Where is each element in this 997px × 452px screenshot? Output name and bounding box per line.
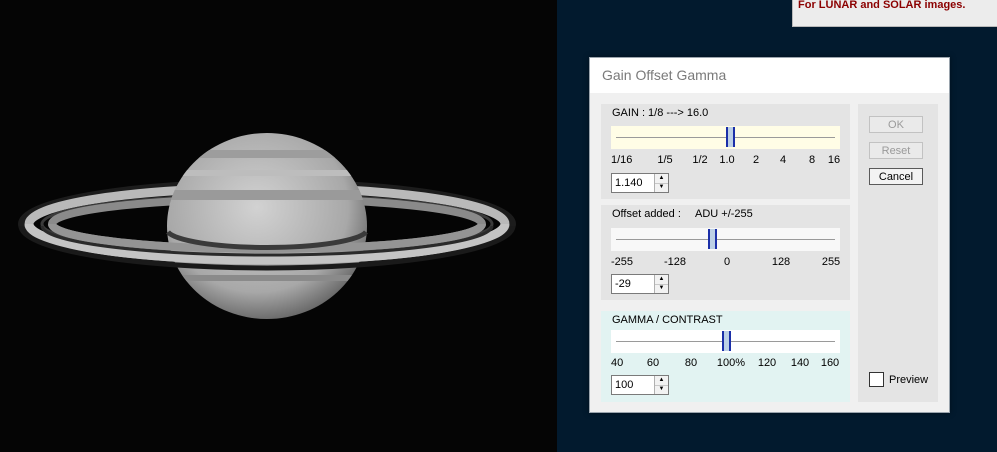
offset-slider-track [616,239,835,240]
gain-group: GAIN : 1/8 ---> 16.0 1/16 1/5 1/2 1.0 2 … [601,104,850,199]
saturn-planet-graphic [18,133,516,319]
gamma-tick: 100% [716,357,746,369]
gamma-scale: 40 60 80 100% 120 140 160 [611,357,840,371]
gamma-tick: 160 [820,357,840,369]
saturn-image [0,0,557,452]
offset-value: -29 [615,278,631,290]
offset-value-stepper[interactable]: -29 ▲ ▼ [611,274,669,294]
gain-value-stepper[interactable]: 1.140 ▲ ▼ [611,173,669,193]
preview-checkbox[interactable] [869,372,884,387]
gamma-tick: 120 [757,357,777,369]
gain-tick: 2 [752,154,760,166]
dialog-titlebar[interactable]: Gain Offset Gamma [590,58,949,93]
gain-tick: 1.0 [719,154,735,166]
reset-button[interactable]: Reset [869,142,923,159]
tooltip-text: For LUNAR and SOLAR images. [798,0,966,11]
offset-tick: 0 [723,256,731,268]
gamma-tick: 80 [684,357,698,369]
offset-slider[interactable] [611,228,840,251]
gain-decrement-icon[interactable]: ▼ [655,183,668,192]
gamma-value-stepper[interactable]: 100 ▲ ▼ [611,375,669,395]
offset-range-label: ADU +/-255 [695,208,753,220]
gamma-group: GAMMA / CONTRAST 40 60 80 100% 120 140 1… [601,311,850,402]
gamma-value: 100 [615,379,634,391]
ok-button[interactable]: OK [869,116,923,133]
gamma-decrement-icon[interactable]: ▼ [655,385,668,394]
offset-slider-thumb[interactable] [708,229,717,249]
gain-tick: 16 [827,154,841,166]
offset-tick: 128 [771,256,791,268]
offset-decrement-icon[interactable]: ▼ [655,284,668,293]
gain-slider-thumb[interactable] [726,127,735,147]
gain-value: 1.140 [615,177,643,189]
gamma-slider[interactable] [611,330,840,353]
gain-tick: 8 [808,154,816,166]
offset-tick: 255 [821,256,841,268]
gamma-tick: 40 [611,357,624,369]
gamma-tick: 60 [646,357,660,369]
gamma-stepper-buttons: ▲ ▼ [654,376,668,394]
gain-offset-gamma-dialog: Gain Offset Gamma GAIN : 1/8 ---> 16.0 1… [589,57,950,413]
offset-label: Offset added : [612,208,681,220]
offset-scale: -255 -128 0 128 255 [611,256,840,270]
gain-tick: 1/2 [692,154,708,166]
offset-group: Offset added : ADU +/-255 -255 -128 0 12… [601,205,850,300]
action-panel: OK Reset Cancel Preview [858,104,938,402]
preview-label: Preview [889,374,929,386]
info-tooltip: For LUNAR and SOLAR images. [792,0,997,27]
gain-tick: 1/16 [611,154,633,166]
gain-tick: 4 [779,154,787,166]
gain-label: GAIN : 1/8 ---> 16.0 [612,107,709,119]
offset-tick: -128 [663,256,687,268]
gain-scale: 1/16 1/5 1/2 1.0 2 4 8 16 [611,154,840,168]
dialog-title: Gain Offset Gamma [602,67,727,83]
gamma-slider-thumb[interactable] [722,331,731,351]
gain-slider[interactable] [611,126,840,149]
offset-stepper-buttons: ▲ ▼ [654,275,668,293]
gain-tick: 1/5 [657,154,673,166]
gamma-label: GAMMA / CONTRAST [612,314,723,326]
gamma-tick: 140 [790,357,810,369]
gain-stepper-buttons: ▲ ▼ [654,174,668,192]
offset-tick: -255 [611,256,634,268]
cancel-button[interactable]: Cancel [869,168,923,185]
